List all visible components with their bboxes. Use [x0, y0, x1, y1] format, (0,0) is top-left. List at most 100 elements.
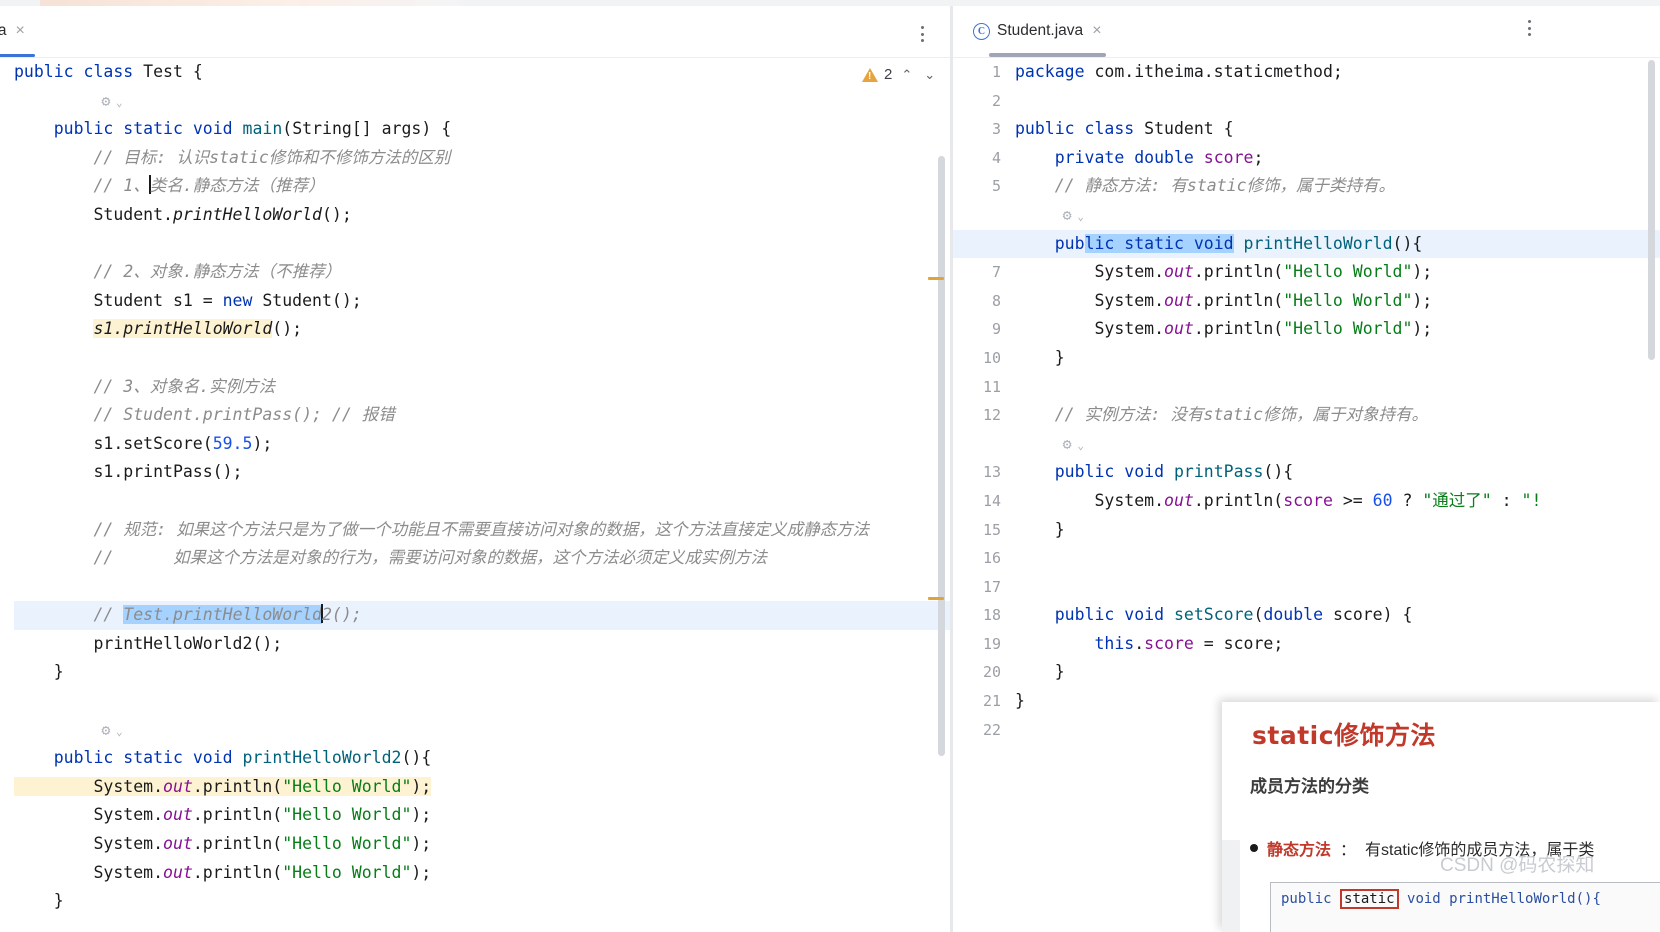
left-tabbar: java × [0, 6, 950, 58]
code-line[interactable]: // 3、对象名.实例方法 [14, 373, 950, 402]
slide-bullet-item: 静态方法 ： 有static修饰的成员方法，属于类 [1250, 836, 1594, 860]
code-line[interactable]: // Student.printPass(); // 报错 [14, 401, 950, 430]
code-line[interactable] [14, 487, 950, 516]
code-line[interactable] [1015, 573, 1660, 602]
code-line[interactable]: System.out.println("Hello World"); [1015, 287, 1660, 316]
chevron-down-icon[interactable]: ⌄ [109, 96, 123, 109]
code-line[interactable]: public class Student { [1015, 115, 1660, 144]
more-options-icon[interactable] [917, 22, 928, 46]
code-line[interactable]: this.score = score; [1015, 630, 1660, 659]
left-scrollbar[interactable] [928, 58, 948, 932]
intention-bulb-icon[interactable]: ⚙ [1063, 206, 1072, 224]
code-line[interactable]: private double score; [1015, 144, 1660, 173]
chevron-down-icon[interactable]: ⌄ [109, 725, 123, 738]
code-line[interactable]: // Test.printHelloWorld2(); [14, 601, 950, 630]
code-line[interactable]: // 规范: 如果这个方法只是为了做一个功能且不需要直接访问对象的数据，这个方法… [14, 516, 950, 545]
chevron-down-icon[interactable]: ⌄ [1071, 210, 1084, 223]
intention-bulb-gadget[interactable]: ⚙ ⌄ [14, 716, 950, 745]
code-line[interactable]: System.out.println("Hello World"); [14, 859, 950, 888]
code-line[interactable]: public static void main(String[] args) { [14, 115, 950, 144]
code-line[interactable]: System.out.println("Hello World"); [1015, 258, 1660, 287]
tab-test-java[interactable]: java × [0, 5, 39, 57]
code-line[interactable] [1015, 373, 1660, 402]
chevron-down-icon[interactable]: ⌄ [1071, 439, 1084, 452]
code-line[interactable] [1015, 87, 1660, 116]
intention-bulb-gadget[interactable]: ⚙ ⌄ [14, 87, 950, 116]
code-line[interactable]: printHelloWorld2(); [14, 630, 950, 659]
tab-student-java[interactable]: C Student.java × [961, 5, 1116, 57]
code-line[interactable]: // 2、对象.静态方法（不推荐） [14, 258, 950, 287]
code-token: ; [1253, 147, 1264, 167]
code-line[interactable]: System.out.println("Hello World"); [14, 830, 950, 859]
code-line[interactable] [1015, 544, 1660, 573]
ide-window: java × 2 ⌃ ⌄ public class Test {⚙ ⌄ publ… [0, 0, 1660, 932]
code-line[interactable] [14, 344, 950, 373]
warning-marker[interactable] [928, 277, 944, 280]
line-number: 5 [991, 177, 1001, 196]
code-line[interactable]: public void setScore(double score) { [1015, 601, 1660, 630]
code-line[interactable] [14, 573, 950, 602]
code-token: void [1124, 605, 1165, 625]
code-line[interactable] [14, 230, 950, 259]
more-options-icon[interactable] [1524, 16, 1535, 40]
code-token: public [53, 748, 114, 768]
code-line[interactable]: public static void printHelloWorld2(){ [14, 744, 950, 773]
left-code-area[interactable]: public class Test {⚙ ⌄ public static voi… [0, 58, 950, 932]
code-line[interactable]: } [1015, 658, 1660, 687]
close-icon[interactable]: × [1090, 23, 1103, 39]
intention-bulb-gadget[interactable]: ⚙ ⌄ [1015, 430, 1660, 459]
intention-bulb-icon[interactable]: ⚙ [1063, 435, 1072, 453]
code-line[interactable]: // 静态方法: 有static修饰，属于类持有。 [1015, 172, 1660, 201]
warning-marker[interactable] [928, 597, 944, 600]
code-line[interactable]: System.out.println("Hello World"); [14, 801, 950, 830]
code-after: void printHelloWorld(){ [1398, 891, 1601, 907]
line-number: 19 [982, 634, 1001, 653]
code-line[interactable]: // 1、类名.静态方法（推荐） [14, 172, 950, 201]
code-token: } [1015, 691, 1025, 711]
code-line[interactable]: // 目标: 认识static修饰和不修饰方法的区别 [14, 144, 950, 173]
code-line[interactable]: s1.printHelloWorld(); [14, 315, 950, 344]
code-line[interactable]: public static void printHelloWorld(){ [953, 229, 1660, 259]
code-line[interactable]: // 实例方法: 没有static修饰，属于对象持有。 [1015, 401, 1660, 430]
code-token: Student { [1134, 119, 1234, 139]
code-token: pub [1054, 233, 1085, 253]
bullet-label: 静态方法 [1267, 842, 1332, 859]
code-line[interactable]: public void printPass(){ [1015, 458, 1660, 487]
code-line[interactable]: } [14, 887, 950, 916]
code-line[interactable]: Student.printHelloWorld(); [14, 201, 950, 230]
right-line-number-gutter: 12345 6789101112 13141516171819202122 [953, 58, 1015, 932]
code-token: void [192, 119, 233, 139]
code-token: System. [1015, 490, 1165, 510]
code-line[interactable]: // 如果这个方法是对象的行为，需要访问对象的数据，这个方法必须定义成实例方法 [14, 544, 950, 573]
code-line[interactable]: package com.itheima.staticmethod; [1015, 58, 1660, 87]
code-token: score [1203, 147, 1254, 167]
code-line[interactable]: s1.printPass(); [14, 458, 950, 487]
code-token: ? [1392, 490, 1423, 510]
code-line[interactable]: public class Test { [14, 58, 950, 87]
code-line[interactable]: Student s1 = new Student(); [14, 287, 950, 316]
right-scrollbar-thumb[interactable] [1648, 60, 1655, 360]
code-token: double [1263, 605, 1324, 625]
line-number: 1 [991, 63, 1001, 81]
intention-bulb-gadget[interactable]: ⚙ ⌄ [1015, 201, 1660, 230]
left-scrollbar-thumb[interactable] [938, 156, 945, 756]
code-line[interactable]: } [1015, 344, 1660, 373]
code-token: // 3、对象名.实例方法 [93, 376, 276, 396]
line-number: 12 [982, 406, 1001, 425]
close-icon[interactable]: × [13, 23, 26, 39]
code-line[interactable]: System.out.println("Hello World"); [14, 773, 950, 802]
code-token: (); [272, 319, 303, 339]
code-line[interactable]: } [14, 658, 950, 687]
code-line[interactable] [14, 687, 950, 716]
code-line[interactable]: System.out.println("Hello World"); [1015, 315, 1660, 344]
code-line[interactable]: } [1015, 516, 1660, 545]
code-line[interactable]: s1.setScore(59.5); [14, 430, 950, 459]
code-token: lic static void [1084, 233, 1234, 253]
code-line[interactable]: System.out.println(score >= 60 ? "通过了" :… [1015, 487, 1660, 516]
